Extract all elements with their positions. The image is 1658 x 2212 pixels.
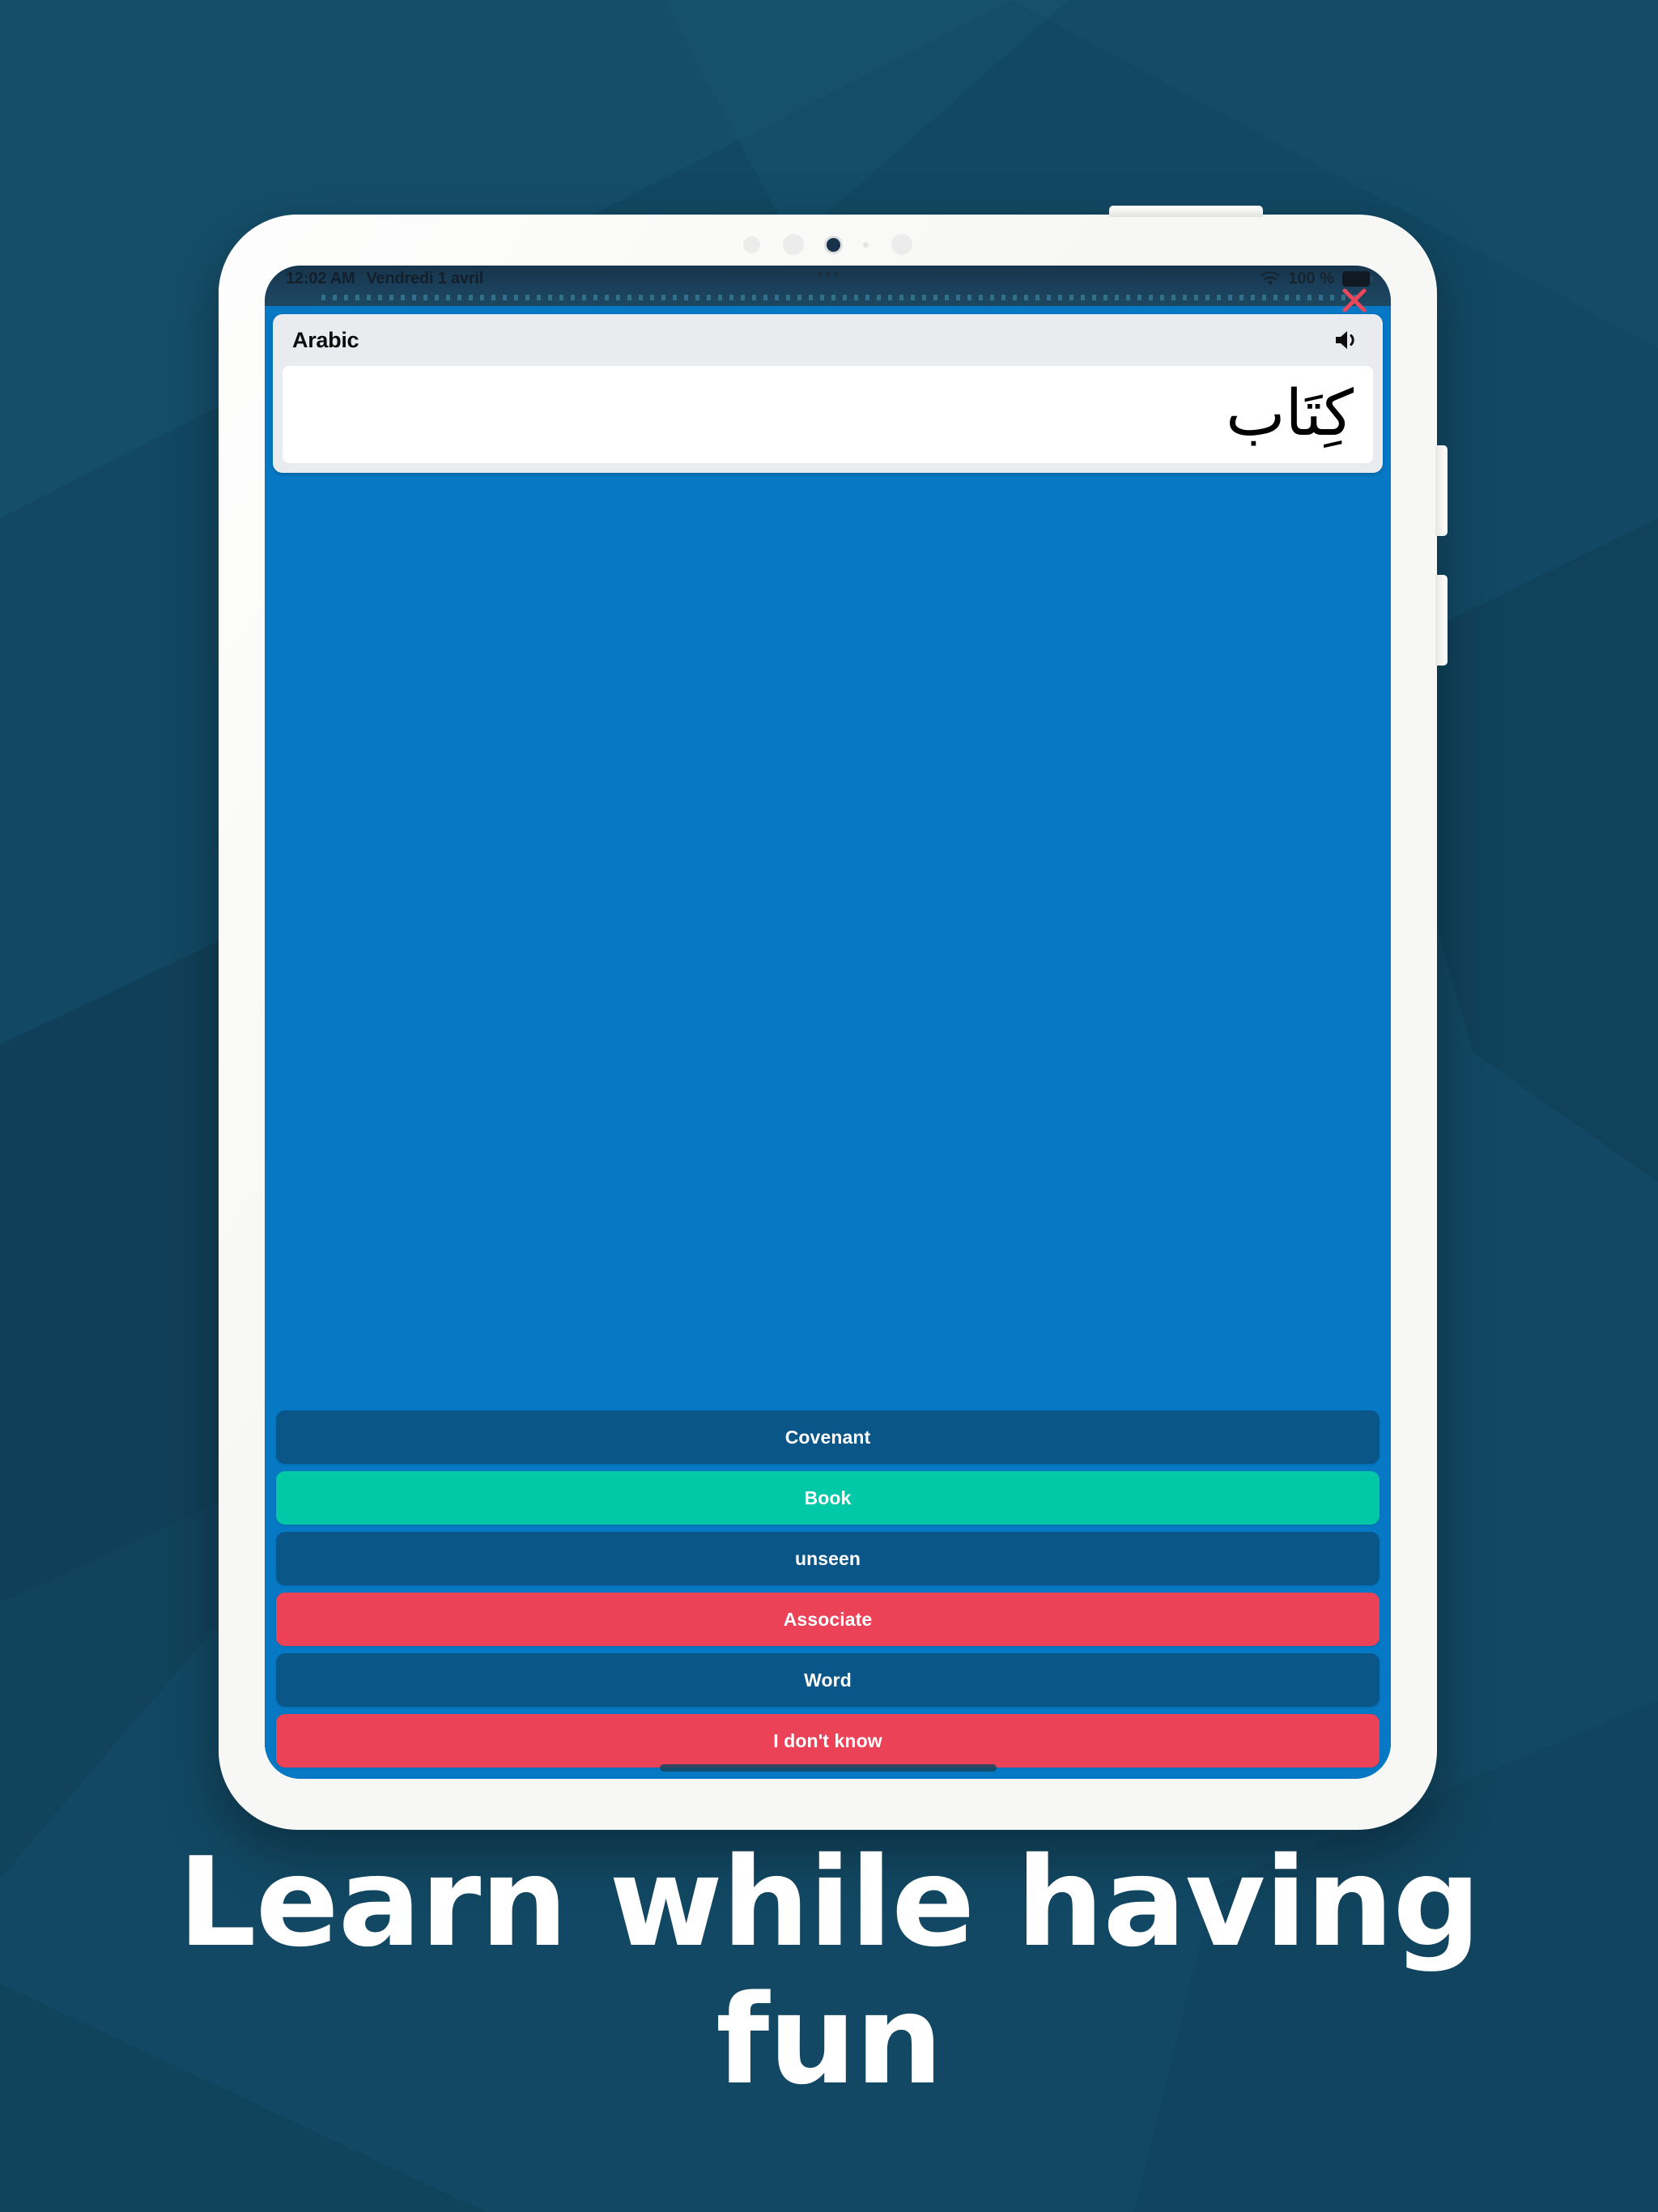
battery-full-icon [1342, 271, 1373, 287]
volume-up-button[interactable] [1435, 445, 1448, 536]
answer-option-covenant[interactable]: Covenant [276, 1410, 1380, 1464]
answer-options-list: Covenant Book unseen Associate Word I do… [273, 1410, 1383, 1779]
red-x-icon [1341, 287, 1368, 314]
quiz-screen: Arabic كِتَاب Covenant Book unseen Assoc… [265, 306, 1391, 1779]
camera-array [219, 234, 1437, 255]
answer-option-i-dont-know[interactable]: I don't know [276, 1714, 1380, 1767]
answer-option-unseen[interactable]: unseen [276, 1532, 1380, 1585]
status-bar-center-dots [818, 272, 838, 276]
status-bar-time: 12:02 AM [286, 270, 355, 287]
center-dot-icon [826, 272, 830, 276]
wifi-icon [1261, 271, 1281, 287]
status-bar-dotted-line [321, 295, 1358, 300]
status-bar-date: Vendredi 1 avril [366, 270, 484, 287]
prompt-card-header: Arabic [273, 314, 1383, 366]
tablet-device: 12:02 AM Vendredi 1 avril 100 % Arabic ك… [219, 206, 1448, 1830]
power-button[interactable] [1109, 206, 1263, 217]
status-bar-left: 12:02 AM Vendredi 1 avril [286, 270, 483, 288]
status-bar-right: 100 % [1261, 270, 1373, 288]
front-camera-icon [827, 237, 840, 252]
center-dot-icon [818, 272, 822, 276]
speaker-icon[interactable] [1331, 326, 1363, 354]
camera-lens-secondary-icon [891, 234, 912, 255]
answer-option-associate[interactable]: Associate [276, 1593, 1380, 1646]
volume-down-button[interactable] [1435, 575, 1448, 666]
language-label: Arabic [292, 327, 359, 352]
home-indicator[interactable] [659, 1764, 997, 1772]
ambient-light-sensor-icon [863, 241, 869, 248]
status-bar: 12:02 AM Vendredi 1 avril 100 % [265, 266, 1391, 313]
answer-option-word[interactable]: Word [276, 1653, 1380, 1707]
sensor-dot-icon [743, 236, 760, 253]
promo-headline: Learn while having fun [177, 1831, 1481, 2112]
quiz-blank-area [273, 473, 1383, 1410]
battery-percent-label: 100 % [1288, 270, 1334, 287]
camera-lens-icon [783, 234, 804, 255]
prompt-word-container: كِتَاب [283, 366, 1373, 463]
prompt-card: Arabic كِتَاب [273, 314, 1383, 473]
prompt-word: كِتَاب [1226, 377, 1354, 451]
answer-option-book[interactable]: Book [276, 1471, 1380, 1525]
device-screen: 12:02 AM Vendredi 1 avril 100 % Arabic ك… [265, 266, 1391, 1779]
center-dot-icon [834, 272, 838, 276]
